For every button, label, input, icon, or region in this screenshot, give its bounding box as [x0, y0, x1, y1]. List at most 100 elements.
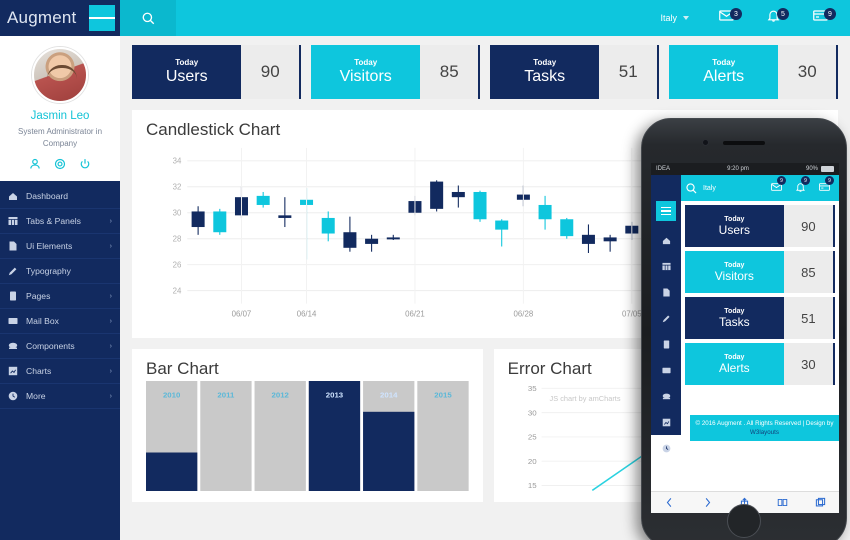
sidebar-item-typography[interactable]: Typography: [0, 259, 120, 284]
phone-card-period: Today: [724, 307, 745, 315]
profile-name: Jasmin Leo: [30, 110, 90, 122]
country-label: Italy: [660, 13, 677, 23]
phone-carrier: IDEA: [656, 166, 671, 172]
phone-card-icon[interactable]: 9: [814, 176, 835, 197]
stat-card-row: Today Users 90 Today Visitors 85 Today Tasks 51 T…: [132, 45, 838, 99]
phone-card-value: 85: [783, 251, 833, 293]
sidebar-item-label: Tabs & Panels: [26, 216, 81, 226]
svg-text:2011: 2011: [217, 391, 234, 400]
user-icon[interactable]: [29, 158, 41, 170]
clock-icon: [8, 391, 22, 401]
stat-card-alerts[interactable]: Today Alerts 30: [669, 45, 838, 99]
phone-hamburger-icon[interactable]: [656, 201, 676, 221]
phone-top-bar: Italy 9 9 9: [681, 175, 839, 201]
tabs-icon[interactable]: [815, 497, 826, 508]
chevron-right-icon: ›: [109, 317, 112, 325]
battery-icon: [821, 166, 834, 172]
bookmarks-icon[interactable]: [777, 497, 788, 508]
phone-card-left: Today Visitors: [685, 251, 784, 293]
forward-icon[interactable]: [702, 497, 713, 508]
phone-card-value: 30: [783, 343, 833, 385]
sidebar-item-mail-box[interactable]: Mail Box ›: [0, 309, 120, 334]
phone-pencil-icon[interactable]: [651, 305, 681, 331]
phone-home-button[interactable]: [727, 504, 761, 538]
sidebar-item-label: More: [26, 391, 46, 401]
phone-search-icon[interactable]: [685, 182, 698, 195]
book-icon: [8, 291, 22, 301]
phone-layers-icon[interactable]: [651, 383, 681, 409]
sidebar-item-tabs-panels[interactable]: Tabs & Panels ›: [0, 209, 120, 234]
phone-file-icon[interactable]: [651, 279, 681, 305]
svg-text:2013: 2013: [326, 391, 343, 400]
chevron-right-icon: ›: [109, 242, 112, 250]
stat-card-tasks[interactable]: Today Tasks 51: [490, 45, 659, 99]
svg-text:06/07: 06/07: [232, 309, 252, 318]
bell-icon[interactable]: 5: [750, 8, 797, 27]
svg-text:06/21: 06/21: [405, 309, 425, 318]
phone-mockup: IDEA 9:20 pm 90% Italy 9 9 9 Today Users…: [641, 118, 847, 540]
phone-speaker: [723, 141, 765, 145]
phone-card-left: Today Users: [685, 205, 784, 247]
svg-text:07/05: 07/05: [622, 309, 642, 318]
chevron-down-icon: [683, 16, 689, 20]
phone-footer: © 2016 Augment . All Rights Reserved | D…: [690, 415, 839, 441]
phone-chart-icon[interactable]: [651, 409, 681, 435]
stat-card-period: Today: [175, 58, 199, 67]
phone-stat-card-tasks[interactable]: Today Tasks 51: [685, 297, 835, 339]
phone-envelope-icon[interactable]: [651, 357, 681, 383]
sidebar-item-charts[interactable]: Charts ›: [0, 359, 120, 384]
stat-card-label: Visitors: [339, 68, 392, 85]
home-icon: [8, 191, 22, 201]
stat-card-visitors[interactable]: Today Visitors 85: [311, 45, 480, 99]
hamburger-icon[interactable]: [89, 5, 116, 31]
phone-card-label: Tasks: [718, 314, 750, 329]
mail-icon[interactable]: 3: [703, 8, 750, 27]
stat-card-left: Today Alerts: [669, 45, 779, 99]
phone-bell-icon[interactable]: 9: [790, 176, 811, 197]
search-icon[interactable]: [120, 0, 176, 36]
file-icon: [8, 241, 22, 251]
sidebar-item-components[interactable]: Components ›: [0, 334, 120, 359]
gear-icon[interactable]: [54, 158, 66, 170]
profile-actions: [6, 158, 114, 172]
phone-mail-badge: 9: [777, 176, 786, 185]
phone-footer-link[interactable]: W3layouts: [750, 429, 779, 436]
country-selector[interactable]: Italy: [646, 13, 703, 23]
sidebar-item-label: Components: [26, 341, 75, 351]
phone-stat-card-users[interactable]: Today Users 90: [685, 205, 835, 247]
stat-card-period: Today: [533, 58, 557, 67]
svg-text:34: 34: [173, 157, 182, 166]
top-bar-right: Italy 3 5 9: [646, 8, 850, 27]
phone-grid-icon[interactable]: [651, 253, 681, 279]
phone-card-value: 90: [783, 205, 833, 247]
phone-stat-card-alerts[interactable]: Today Alerts 30: [685, 343, 835, 385]
phone-book-icon[interactable]: [651, 331, 681, 357]
phone-country-label[interactable]: Italy: [703, 185, 716, 192]
sidebar-item-pages[interactable]: Pages ›: [0, 284, 120, 309]
sidebar-item-dashboard[interactable]: Dashboard: [0, 184, 120, 209]
phone-clock-icon[interactable]: [651, 435, 681, 461]
sidebar-item-ui-elements[interactable]: Ui Elements ›: [0, 234, 120, 259]
phone-card-badge: 9: [825, 176, 834, 185]
mail-badge: 3: [730, 8, 742, 20]
card-icon[interactable]: 9: [797, 8, 844, 27]
svg-text:32: 32: [173, 183, 182, 192]
svg-text:30: 30: [173, 209, 182, 218]
phone-stat-card-visitors[interactable]: Today Visitors 85: [685, 251, 835, 293]
chevron-right-icon: ›: [109, 367, 112, 375]
phone-body: Italy 9 9 9 Today Users 90 Today Visitor…: [651, 175, 839, 452]
svg-text:30: 30: [528, 409, 537, 418]
phone-bell-badge: 9: [801, 176, 810, 185]
back-icon[interactable]: [664, 497, 675, 508]
stat-card-period: Today: [712, 58, 736, 67]
envelope-icon: [8, 316, 22, 326]
phone-home-icon[interactable]: [651, 227, 681, 253]
svg-text:35: 35: [528, 384, 537, 393]
power-icon[interactable]: [79, 158, 91, 170]
phone-mail-icon[interactable]: 9: [766, 176, 787, 197]
stat-card-users[interactable]: Today Users 90: [132, 45, 301, 99]
profile-role: System Administrator in Company: [17, 127, 103, 148]
svg-text:2012: 2012: [271, 391, 288, 400]
sidebar-item-more[interactable]: More ›: [0, 384, 120, 409]
sidebar-item-label: Charts: [26, 366, 52, 376]
